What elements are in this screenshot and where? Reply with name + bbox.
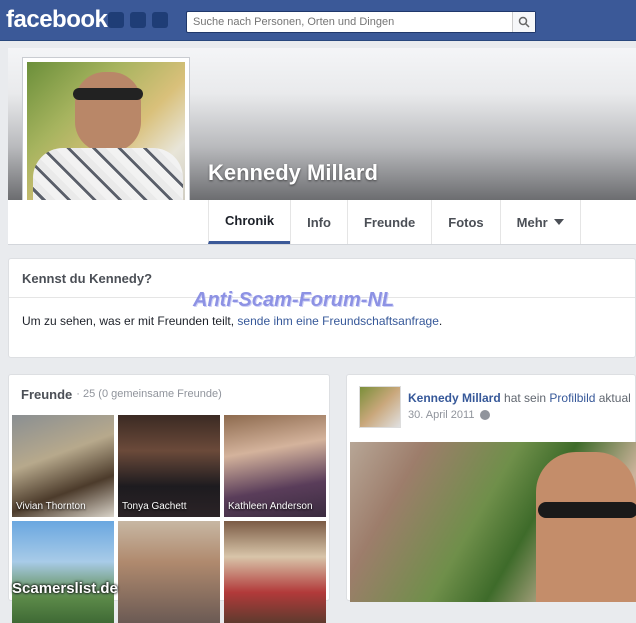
- timeline-post: Kennedy Millard hat sein Profilbild aktu…: [346, 374, 636, 602]
- tab-fotos[interactable]: Fotos: [431, 200, 499, 244]
- tab-chronik[interactable]: Chronik: [208, 200, 291, 244]
- chevron-down-icon: [553, 219, 564, 225]
- friend-tile[interactable]: Vivian Thornton: [12, 415, 114, 517]
- friend-tile[interactable]: [118, 521, 220, 623]
- post-action: hat sein: [500, 391, 550, 405]
- friends-card: Freunde · 25 (0 gemeinsame Freunde) Vivi…: [8, 374, 330, 623]
- globe-icon: [480, 410, 491, 420]
- search-icon[interactable]: [512, 12, 535, 32]
- friends-count: · 25 (0 gemeinsame Freunde): [76, 388, 222, 400]
- know-card-prefix: Um zu sehen, was er mit Freunden teilt,: [22, 314, 238, 328]
- friend-name: Tonya Gachett: [122, 501, 187, 512]
- friend-tile[interactable]: [12, 521, 114, 623]
- post-author[interactable]: Kennedy Millard: [408, 391, 501, 405]
- post-action-tail: aktual: [595, 391, 631, 405]
- profile-name: Kennedy Millard: [208, 160, 378, 185]
- post-photo[interactable]: [350, 442, 636, 602]
- friends-title[interactable]: Freunde: [21, 387, 72, 402]
- search-box: [186, 11, 536, 33]
- watermark: Anti-Scam-Forum-NL: [193, 289, 395, 311]
- messages-icon[interactable]: [130, 12, 146, 28]
- post-author-line: Kennedy Millard hat sein Profilbild aktu…: [408, 391, 631, 405]
- notification-jewels: [108, 12, 168, 28]
- friend-tile[interactable]: [224, 521, 326, 623]
- friend-tile[interactable]: Tonya Gachett: [118, 415, 220, 517]
- top-bar: facebook: [0, 0, 636, 41]
- tab-info[interactable]: Info: [290, 200, 347, 244]
- tab-freunde[interactable]: Freunde: [346, 200, 431, 244]
- friend-request-link[interactable]: sende ihm eine Freundschaftsanfrage: [237, 314, 438, 328]
- tab-mehr[interactable]: Mehr: [499, 200, 581, 244]
- profile-nav: Chronik Info Freunde Fotos Mehr: [8, 200, 636, 245]
- friend-requests-icon[interactable]: [108, 12, 124, 28]
- search-input[interactable]: [191, 13, 505, 31]
- friend-name: Kathleen Anderson: [228, 501, 313, 512]
- notifications-globe-icon[interactable]: [152, 12, 168, 28]
- tab-mehr-label: Mehr: [516, 214, 548, 230]
- footer-watermark: Scamerslist.de: [12, 580, 118, 597]
- friend-tile[interactable]: Kathleen Anderson: [224, 415, 326, 517]
- post-object-link[interactable]: Profilbild: [549, 391, 595, 405]
- avatar[interactable]: [359, 386, 401, 428]
- facebook-logo[interactable]: facebook: [6, 6, 108, 34]
- know-card-suffix: .: [438, 314, 443, 328]
- post-date[interactable]: 30. April 2011: [408, 409, 474, 421]
- post-date-row: 30. April 2011: [408, 409, 491, 421]
- friend-name: Vivian Thornton: [16, 501, 86, 512]
- friends-header: Freunde · 25 (0 gemeinsame Freunde): [9, 375, 329, 413]
